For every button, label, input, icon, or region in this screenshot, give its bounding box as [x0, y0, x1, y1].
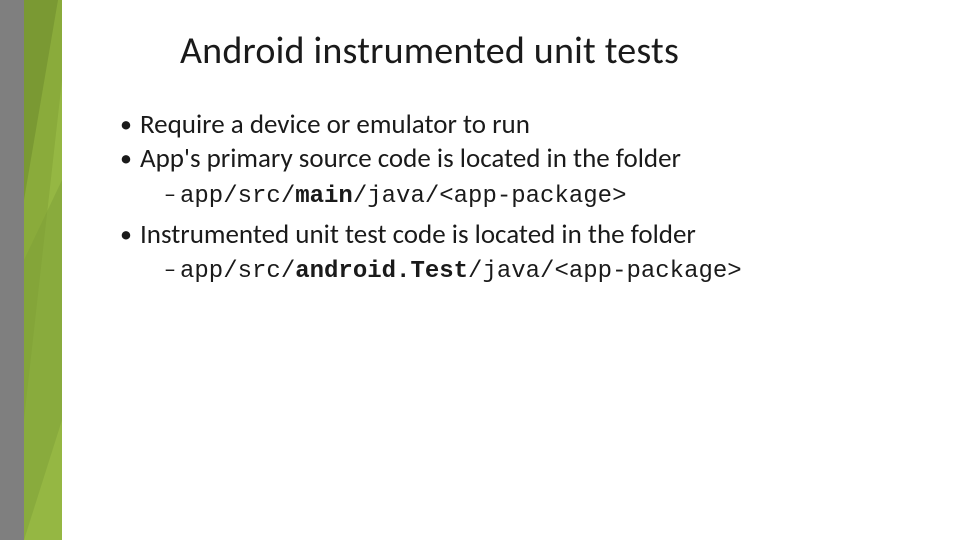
bullet-item: Instrumented unit test code is located i…	[120, 218, 920, 252]
slide-title: Android instrumented unit tests	[120, 28, 920, 74]
code-path: app/src/android.Test/java/<app-package>	[164, 255, 920, 287]
bullet-list: Require a device or emulator to run App'…	[120, 108, 920, 287]
bullet-item: App's primary source code is located in …	[120, 142, 920, 176]
accent-bar	[0, 0, 62, 540]
slide-content: Android instrumented unit tests Require …	[120, 28, 920, 293]
sub-bullet-list: app/src/android.Test/java/<app-package>	[120, 255, 920, 287]
bullet-item: Require a device or emulator to run	[120, 108, 920, 142]
code-path: app/src/main/java/<app-package>	[164, 180, 920, 212]
sub-bullet-list: app/src/main/java/<app-package>	[120, 180, 920, 212]
